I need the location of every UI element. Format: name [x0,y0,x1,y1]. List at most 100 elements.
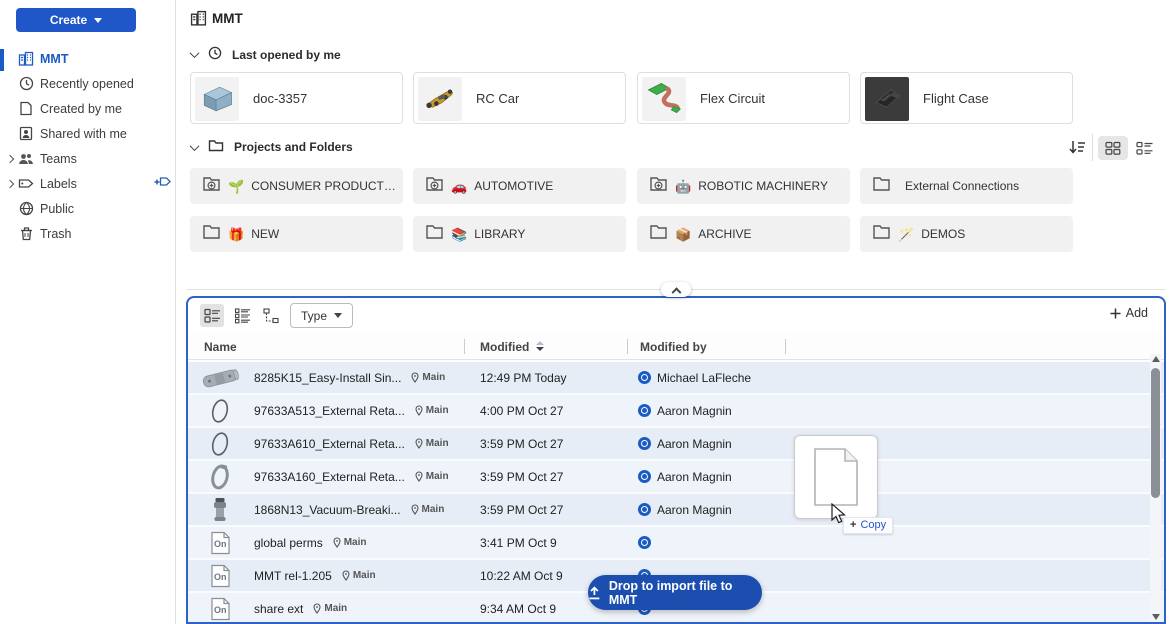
sort-order-icon[interactable] [1068,139,1086,161]
sidebar-item-label: Recently opened [40,77,134,91]
drop-import-target[interactable]: Drop to import file to MMT [588,575,762,610]
create-button-label: Create [50,13,87,27]
chevron-down-icon[interactable] [190,48,200,58]
sidebar-item-recently-opened[interactable]: Recently opened [0,71,176,96]
sidebar-item-labels[interactable]: Labels [0,171,176,196]
sidebar: Create MMT Recently opened Created by me [0,0,176,624]
folder-name: AUTOMOTIVE [474,179,553,193]
branch-indicator: Main [415,438,449,449]
column-header-modified-by[interactable]: Modified by [640,340,707,354]
sidebar-item-public[interactable]: Public [0,196,176,221]
clock-icon [18,76,34,92]
row-name: global perms [254,536,323,550]
sort-arrows-icon[interactable] [536,341,544,351]
row-name: 8285K15_Easy-Install Sin... [254,371,401,385]
trash-icon [18,226,34,242]
user-avatar [638,503,651,516]
project-folder-icon [202,175,221,197]
document-card-flex-circuit[interactable]: Flex Circuit [637,72,850,124]
collapse-panel-button[interactable] [661,282,691,297]
toolbar-divider [1092,134,1093,161]
app-root: Create MMT Recently opened Created by me [0,0,1172,624]
row-modified-by: Aaron Magnin [657,404,732,418]
chevron-right-icon[interactable] [6,154,14,162]
scroll-down-arrow[interactable] [1152,614,1160,620]
sidebar-item-created-by-me[interactable]: Created by me [0,96,176,121]
table-row[interactable]: 8285K15_Easy-Install Sin... Main 12:49 P… [188,362,1164,395]
type-filter-dropdown[interactable]: Type [290,303,353,328]
create-button[interactable]: Create [16,8,136,32]
column-divider[interactable] [785,339,786,354]
row-modified: 9:34 AM Oct 9 [480,602,556,616]
branch-label: Main [426,471,449,482]
folder-card[interactable]: 🪄 DEMOS [860,216,1073,252]
folder-card[interactable]: 📦 ARCHIVE [637,216,850,252]
tree-view-button[interactable] [259,304,283,327]
chevron-down-icon [94,18,102,23]
add-label-icon[interactable] [154,175,172,192]
sidebar-item-shared-with-me[interactable]: Shared with me [0,121,176,146]
chevron-right-icon[interactable] [6,179,14,187]
sidebar-item-mmt[interactable]: MMT [0,46,176,71]
compact-list-view-button[interactable] [230,304,254,327]
detail-list-view-button[interactable] [200,304,224,327]
document-card-flight-case[interactable]: Flight Case [860,72,1073,124]
folder-card[interactable]: External Connections [860,168,1073,204]
drag-copy-badge: + Copy [843,517,893,534]
scrollbar-thumb[interactable] [1151,368,1160,498]
add-button[interactable]: Add [1110,306,1148,320]
column-header-name[interactable]: Name [204,340,237,354]
scroll-up-arrow[interactable] [1152,356,1160,362]
branch-label: Main [344,537,367,548]
document-thumbnail [642,77,686,121]
section-recent-header[interactable]: Last opened by me [191,46,341,63]
user-avatar [638,404,651,417]
section-projects-header[interactable]: Projects and Folders [191,139,353,155]
chevron-down-icon[interactable] [190,141,200,151]
user-avatar [638,470,651,483]
column-divider[interactable] [627,339,628,354]
sidebar-item-trash[interactable]: Trash [0,221,176,246]
chevron-up-icon [671,287,681,297]
map-pin-icon [333,537,341,548]
sidebar-item-teams[interactable]: Teams [0,146,176,171]
folder-emoji: 🤖 [675,180,691,193]
branch-indicator: Main [333,537,367,548]
folder-name: NEW [251,227,279,241]
document-card-rc-car[interactable]: RC Car [413,72,626,124]
column-divider[interactable] [464,339,465,354]
row-name: 97633A513_External Reta... [254,404,405,418]
column-header-modified[interactable]: Modified [480,340,529,354]
vertical-scrollbar[interactable] [1150,354,1161,622]
document-thumbnail [865,77,909,121]
company-buildings-icon [18,51,34,67]
shared-document-icon [18,126,34,142]
map-pin-icon [411,372,419,383]
list-view-button[interactable] [1129,136,1159,160]
part-thumbnail-valve [196,497,244,523]
document-thumbnail [418,77,462,121]
grid-view-button[interactable] [1098,136,1128,160]
row-modified: 3:41 PM Oct 9 [480,536,557,550]
project-card[interactable]: 🌱 CONSUMER PRODUCTS & RE... [190,168,403,204]
row-name: 1868N13_Vacuum-Breaki... [254,503,401,517]
table-row[interactable]: On global perms Main 3:41 PM Oct 9 [188,527,1164,560]
folder-card[interactable]: 📚 LIBRARY [413,216,626,252]
table-row[interactable]: 1868N13_Vacuum-Breaki... Main 3:59 PM Oc… [188,494,1164,527]
row-name: MMT rel-1.205 [254,569,332,583]
project-card[interactable]: 🚗 AUTOMOTIVE [413,168,626,204]
sidebar-item-label: Shared with me [40,127,127,141]
table-row[interactable]: 97633A513_External Reta... Main 4:00 PM … [188,395,1164,428]
onshape-document-icon: On [196,531,244,555]
compact-list-icon [234,308,251,324]
folder-name: DEMOS [921,227,965,241]
table-row[interactable]: 97633A610_External Reta... Main 3:59 PM … [188,428,1164,461]
document-card-doc-3357[interactable]: doc-3357 [190,72,403,124]
detail-list-icon [204,308,221,324]
folder-card[interactable]: 🎁 NEW [190,216,403,252]
drop-import-label: Drop to import file to MMT [609,579,762,607]
project-card[interactable]: 🤖 ROBOTIC MACHINERY [637,168,850,204]
part-thumbnail-retaining-ring [196,463,244,491]
table-row[interactable]: 97633A160_External Reta... Main 3:59 PM … [188,461,1164,494]
label-tag-icon [18,176,34,192]
